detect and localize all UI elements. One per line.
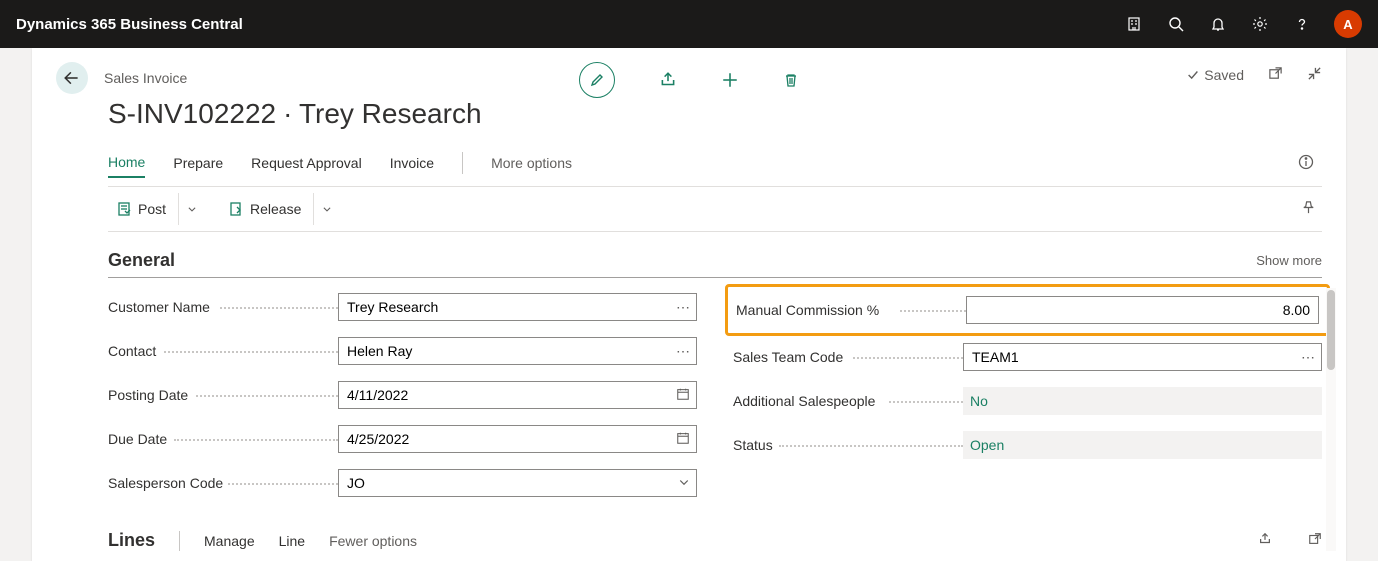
saved-status: Saved <box>1186 67 1244 83</box>
field-posting-date: Posting Date <box>108 378 697 412</box>
field-manual-commission: Manual Commission % <box>736 293 1319 327</box>
additional-salespeople-label: Additional Salespeople <box>733 393 963 409</box>
status-label: Status <box>733 437 963 453</box>
release-label: Release <box>250 201 301 217</box>
topbar-actions: A <box>1124 10 1362 38</box>
edit-button[interactable] <box>579 62 615 98</box>
salesperson-code-label: Salesperson Code <box>108 475 338 491</box>
customer-name-label: Customer Name <box>108 299 338 315</box>
avatar[interactable]: A <box>1334 10 1362 38</box>
building-icon[interactable] <box>1124 14 1144 34</box>
bell-icon[interactable] <box>1208 14 1228 34</box>
scrollbar-track[interactable] <box>1326 288 1336 551</box>
ellipsis-icon[interactable]: ⋯ <box>670 343 690 360</box>
status-value: Open <box>963 431 1322 459</box>
collapse-icon[interactable] <box>1307 66 1322 84</box>
saved-label: Saved <box>1204 67 1244 83</box>
search-icon[interactable] <box>1166 14 1186 34</box>
post-label: Post <box>138 201 166 217</box>
form-col-right: Manual Commission % Sales Team Code ⋯ Ad… <box>733 290 1322 500</box>
due-date-input[interactable] <box>338 425 697 453</box>
pin-icon[interactable] <box>1301 200 1322 218</box>
global-top-bar: Dynamics 365 Business Central A <box>0 0 1378 48</box>
posting-date-label: Posting Date <box>108 387 338 403</box>
info-icon[interactable] <box>1298 154 1322 173</box>
customer-name-input[interactable]: ⋯ <box>338 293 697 321</box>
help-icon[interactable] <box>1292 14 1312 34</box>
popout-icon[interactable] <box>1268 66 1283 84</box>
tab-bar: Home Prepare Request Approval Invoice Mo… <box>32 148 1346 178</box>
manual-commission-label: Manual Commission % <box>736 302 966 318</box>
show-more-link[interactable]: Show more <box>1256 253 1322 268</box>
section-general-header: General Show more <box>108 250 1322 278</box>
chevron-down-icon[interactable] <box>672 475 690 491</box>
release-button[interactable]: Release <box>220 193 309 225</box>
calendar-icon[interactable] <box>670 387 690 404</box>
form-col-left: Customer Name ⋯ Contact ⋯ Posting Date <box>108 290 697 500</box>
field-salesperson-code: Salesperson Code <box>108 466 697 500</box>
more-options[interactable]: More options <box>491 149 572 177</box>
contact-label: Contact <box>108 343 338 359</box>
section-title[interactable]: General <box>108 250 1256 271</box>
general-form: Customer Name ⋯ Contact ⋯ Posting Date <box>108 290 1322 500</box>
right-status-bar: Saved <box>1186 66 1322 84</box>
highlight-manual-commission: Manual Commission % <box>725 284 1330 336</box>
tab-invoice[interactable]: Invoice <box>390 149 434 177</box>
field-sales-team-code: Sales Team Code ⋯ <box>733 340 1322 374</box>
delete-icon[interactable] <box>783 72 799 88</box>
lines-fewer-options[interactable]: Fewer options <box>329 533 417 549</box>
ellipsis-icon[interactable]: ⋯ <box>670 299 690 316</box>
release-dropdown[interactable] <box>313 193 339 225</box>
scrollbar-thumb[interactable] <box>1327 290 1335 370</box>
tab-request-approval[interactable]: Request Approval <box>251 149 362 177</box>
additional-salespeople-text: No <box>970 393 988 409</box>
calendar-icon[interactable] <box>670 431 690 448</box>
new-icon[interactable] <box>721 71 739 89</box>
manual-commission-input[interactable] <box>966 296 1319 324</box>
tab-prepare[interactable]: Prepare <box>173 149 223 177</box>
action-toolbar: Post Release <box>108 186 1322 232</box>
page-card: Sales Invoice Saved S-INV102222 ∙ Trey R… <box>32 48 1346 561</box>
post-button[interactable]: Post <box>108 193 174 225</box>
breadcrumb[interactable]: Sales Invoice <box>104 70 187 86</box>
field-customer-name: Customer Name ⋯ <box>108 290 697 324</box>
lines-manage[interactable]: Manage <box>204 533 255 549</box>
field-status: Status Open <box>733 428 1322 462</box>
contact-input[interactable]: ⋯ <box>338 337 697 365</box>
field-contact: Contact ⋯ <box>108 334 697 368</box>
salesperson-code-input[interactable] <box>338 469 697 497</box>
share-icon[interactable] <box>659 71 677 89</box>
lines-line[interactable]: Line <box>279 533 305 549</box>
field-additional-salespeople: Additional Salespeople No <box>733 384 1322 418</box>
field-due-date: Due Date <box>108 422 697 456</box>
post-dropdown[interactable] <box>178 193 204 225</box>
due-date-label: Due Date <box>108 431 338 447</box>
additional-salespeople-value[interactable]: No <box>963 387 1322 415</box>
center-action-bar <box>579 62 799 98</box>
back-button[interactable] <box>56 62 88 94</box>
ellipsis-icon[interactable]: ⋯ <box>1295 349 1315 366</box>
tab-home[interactable]: Home <box>108 148 145 178</box>
sales-team-code-input[interactable]: ⋯ <box>963 343 1322 371</box>
status-text: Open <box>970 437 1004 453</box>
gear-icon[interactable] <box>1250 14 1270 34</box>
divider <box>462 152 463 174</box>
app-title: Dynamics 365 Business Central <box>16 16 1124 33</box>
sales-team-code-label: Sales Team Code <box>733 349 963 365</box>
page-title: S-INV102222 ∙ Trey Research <box>32 94 1346 148</box>
posting-date-input[interactable] <box>338 381 697 409</box>
